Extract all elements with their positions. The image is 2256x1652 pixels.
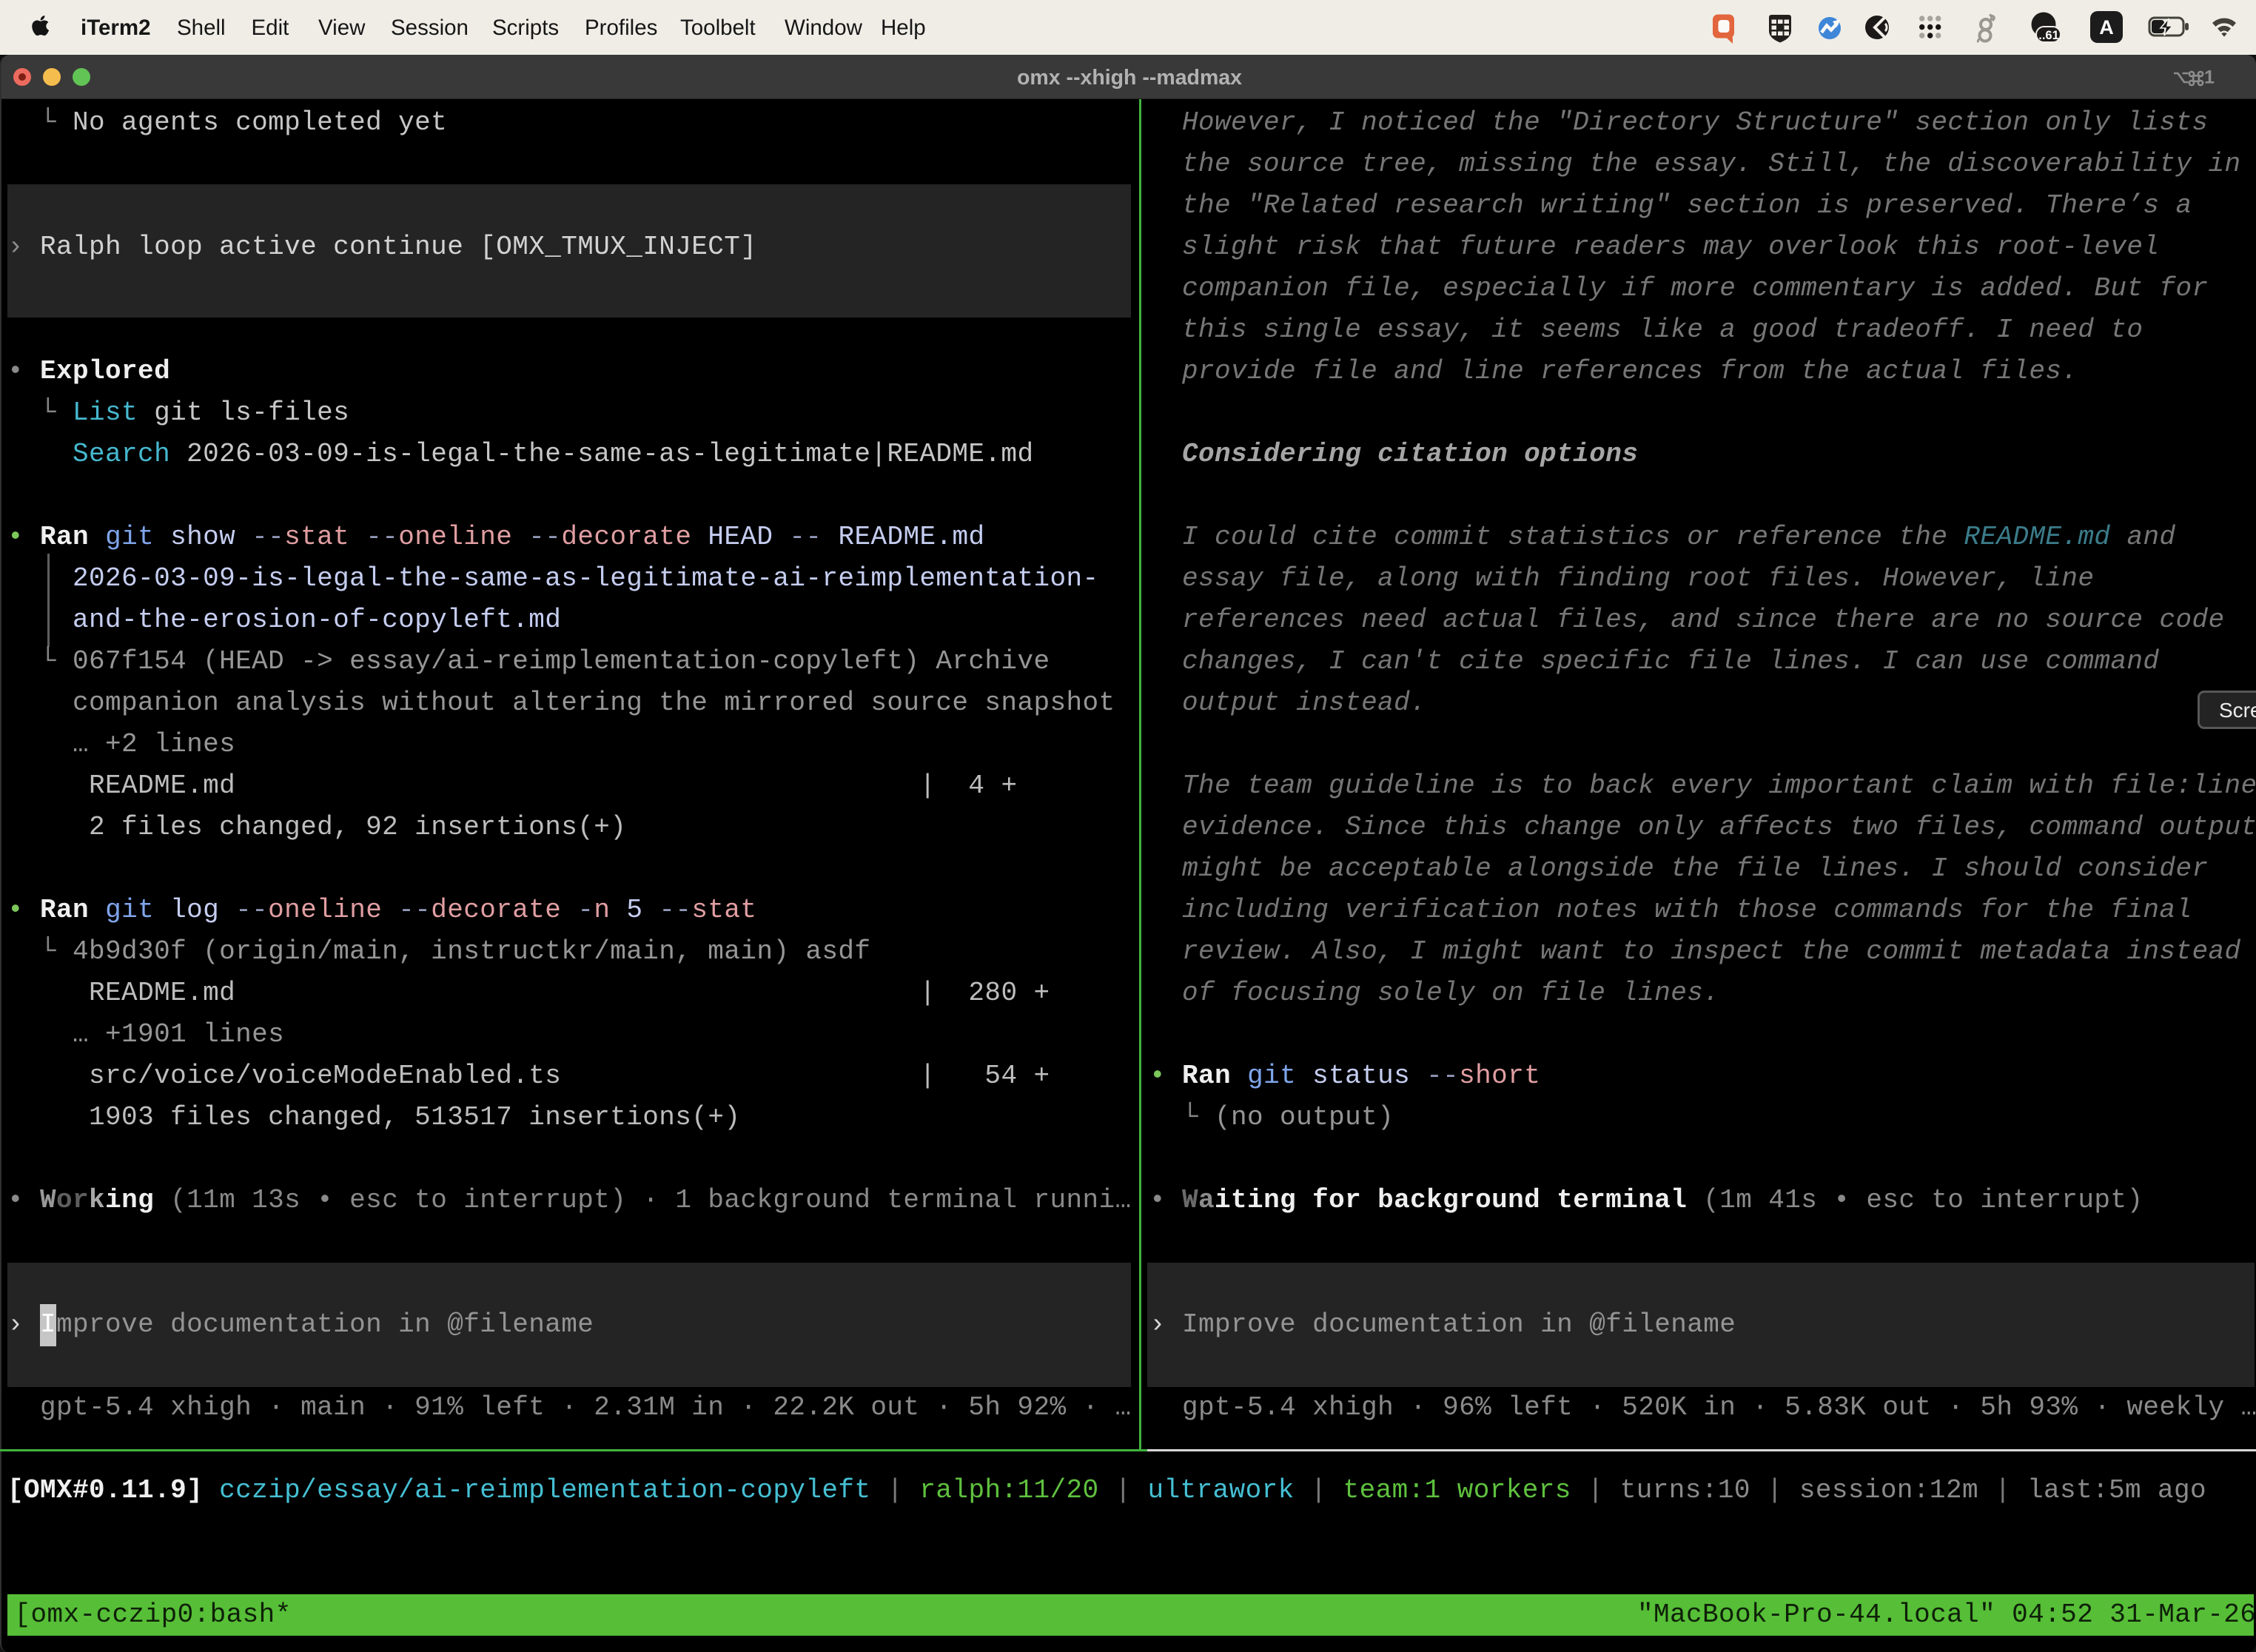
svg-text:1: 1 — [2204, 67, 2215, 88]
svg-text:..61: ..61 — [2038, 29, 2059, 42]
svg-text:A: A — [2099, 16, 2114, 38]
